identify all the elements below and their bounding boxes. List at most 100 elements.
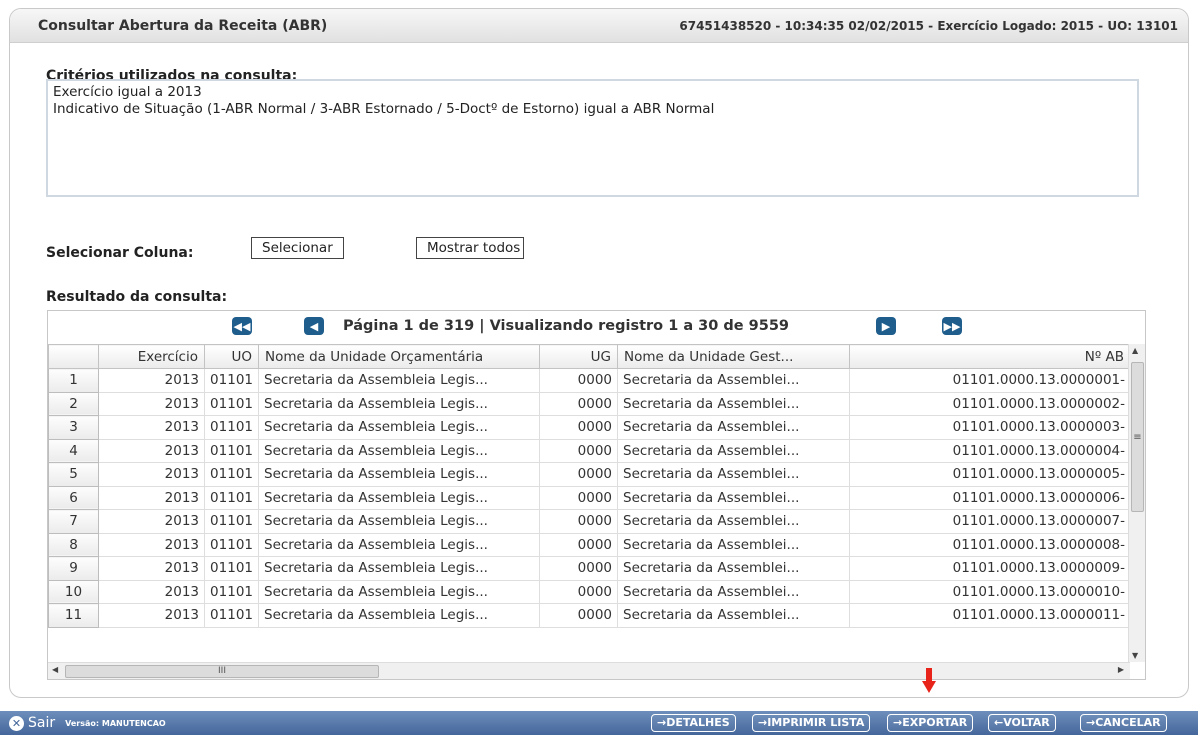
select-column-label: Selecionar Coluna: <box>46 245 194 261</box>
cancelar-button[interactable]: →CANCELAR <box>1080 714 1167 732</box>
cell-exercicio: 2013 <box>98 509 205 534</box>
column-header-numero-abr[interactable]: Nº AB <box>849 344 1131 369</box>
cell-ug: 0000 <box>539 415 618 440</box>
voltar-button[interactable]: ←VOLTAR <box>988 714 1056 732</box>
pager-text: Página 1 de 319 | Visualizando registro … <box>343 318 790 334</box>
table-row[interactable]: 7 2013 01101 Secretaria da Assembleia Legis… <box>48 509 1131 534</box>
table-row[interactable]: 1 2013 01101 Secretaria da Assembleia Legis… <box>48 368 1131 393</box>
cell-uo: 01101 <box>204 579 259 604</box>
session-info: 67451438520 - 10:34:35 02/02/2015 - Exer… <box>679 18 1178 33</box>
scroll-down-icon[interactable]: ▼ <box>1132 651 1138 660</box>
cell-exercicio: 2013 <box>98 462 205 487</box>
column-header-nome-unidade-orcamentaria[interactable]: Nome da Unidade Orçamentária <box>258 344 540 369</box>
sair-button[interactable]: ✕ Sair <box>9 715 55 731</box>
cell-exercicio: 2013 <box>98 556 205 581</box>
scroll-left-icon[interactable]: ◀ <box>52 665 58 674</box>
cell-nome-unidade-orcamentaria: Secretaria da Assembleia Legis... <box>258 532 540 557</box>
last-page-icon[interactable]: ▶▶ <box>942 317 962 335</box>
cell-nome-unidade-gestora: Secretaria da Assemblei... <box>617 556 850 581</box>
row-number[interactable]: 5 <box>48 462 99 487</box>
cell-nome-unidade-orcamentaria: Secretaria da Assembleia Legis... <box>258 556 540 581</box>
cell-nome-unidade-orcamentaria: Secretaria da Assembleia Legis... <box>258 462 540 487</box>
previous-page-icon[interactable]: ◀ <box>304 317 324 335</box>
version-label: Versão: MANUTENCAO <box>65 718 166 728</box>
cell-ug: 0000 <box>539 556 618 581</box>
cell-nome-unidade-gestora: Secretaria da Assemblei... <box>617 368 850 393</box>
table-row[interactable]: 6 2013 01101 Secretaria da Assembleia Legis… <box>48 485 1131 510</box>
cell-uo: 01101 <box>204 603 259 628</box>
horizontal-scroll-thumb[interactable]: III <box>65 665 379 678</box>
table-row[interactable]: 8 2013 01101 Secretaria da Assembleia Legis… <box>48 532 1131 557</box>
row-number[interactable]: 3 <box>48 415 99 440</box>
row-number[interactable]: 6 <box>48 485 99 510</box>
table-row[interactable]: 5 2013 01101 Secretaria da Assembleia Legis… <box>48 462 1131 487</box>
cell-ug: 0000 <box>539 579 618 604</box>
table-row[interactable]: 4 2013 01101 Secretaria da Assembleia Legis… <box>48 438 1131 463</box>
cell-numero-abr: 01101.0000.13.0000009- <box>849 556 1131 581</box>
select-column-button[interactable]: Selecionar <box>251 237 344 259</box>
next-page-icon[interactable]: ▶ <box>876 317 896 335</box>
row-number[interactable]: 8 <box>48 532 99 557</box>
cell-exercicio: 2013 <box>98 438 205 463</box>
cell-nome-unidade-orcamentaria: Secretaria da Assembleia Legis... <box>258 509 540 534</box>
detalhes-button[interactable]: →DETALHES <box>651 714 736 732</box>
imprimir-lista-button[interactable]: →IMPRIMIR LISTA <box>752 714 871 732</box>
results-label: Resultado da consulta: <box>46 289 228 305</box>
row-number[interactable]: 10 <box>48 579 99 604</box>
cell-numero-abr: 01101.0000.13.0000001- <box>849 368 1131 393</box>
cell-exercicio: 2013 <box>98 603 205 628</box>
table-row[interactable]: 9 2013 01101 Secretaria da Assembleia Legis… <box>48 556 1131 581</box>
vertical-scroll-thumb[interactable]: ≡ <box>1131 362 1144 512</box>
cell-numero-abr: 01101.0000.13.0000004- <box>849 438 1131 463</box>
cell-uo: 01101 <box>204 485 259 510</box>
show-all-button[interactable]: Mostrar todos <box>416 237 525 259</box>
panel-header: Consultar Abertura da Receita (ABR) 6745… <box>10 9 1188 43</box>
row-number[interactable]: 1 <box>48 368 99 393</box>
cell-nome-unidade-gestora: Secretaria da Assemblei... <box>617 579 850 604</box>
row-number[interactable]: 2 <box>48 391 99 416</box>
table-row[interactable]: 10 2013 01101 Secretaria da Assembleia Legi… <box>48 579 1131 604</box>
cell-numero-abr: 01101.0000.13.0000010- <box>849 579 1131 604</box>
row-number[interactable]: 11 <box>48 603 99 628</box>
cell-uo: 01101 <box>204 415 259 440</box>
cell-ug: 0000 <box>539 462 618 487</box>
cell-exercicio: 2013 <box>98 415 205 440</box>
cell-nome-unidade-orcamentaria: Secretaria da Assembleia Legis... <box>258 579 540 604</box>
cell-nome-unidade-gestora: Secretaria da Assemblei... <box>617 415 850 440</box>
criteria-line: Exercício igual a 2013 <box>53 84 202 100</box>
horizontal-scrollbar[interactable]: ◀ III ▶ <box>48 662 1130 679</box>
cell-numero-abr: 01101.0000.13.0000008- <box>849 532 1131 557</box>
row-number[interactable]: 4 <box>48 438 99 463</box>
first-page-icon[interactable]: ◀◀ <box>232 317 252 335</box>
cell-ug: 0000 <box>539 368 618 393</box>
cell-nome-unidade-gestora: Secretaria da Assemblei... <box>617 391 850 416</box>
table-row[interactable]: 3 2013 01101 Secretaria da Assembleia Legis… <box>48 415 1131 440</box>
cell-uo: 01101 <box>204 368 259 393</box>
cell-ug: 0000 <box>539 391 618 416</box>
pager: ◀◀ ◀ Página 1 de 319 | Visualizando regi… <box>48 311 1145 343</box>
cell-nome-unidade-orcamentaria: Secretaria da Assembleia Legis... <box>258 485 540 510</box>
row-number[interactable]: 7 <box>48 509 99 534</box>
row-number[interactable]: 9 <box>48 556 99 581</box>
cell-exercicio: 2013 <box>98 579 205 604</box>
results-table: Exercício UO Nome da Unidade Orçamentári… <box>48 344 1131 628</box>
results-grid: ◀◀ ◀ Página 1 de 319 | Visualizando regi… <box>47 310 1146 680</box>
column-header-nome-unidade-gestora[interactable]: Nome da Unidade Gest... <box>617 344 850 369</box>
column-header-ug[interactable]: UG <box>539 344 618 369</box>
table-row[interactable]: 2 2013 01101 Secretaria da Assembleia Legis… <box>48 391 1131 416</box>
cell-uo: 01101 <box>204 438 259 463</box>
vertical-scrollbar[interactable]: ▲ ≡ ▼ <box>1128 344 1145 662</box>
table-row[interactable]: 11 2013 01101 Secretaria da Assembleia Legi… <box>48 603 1131 628</box>
cell-uo: 01101 <box>204 391 259 416</box>
column-header-rownum <box>48 344 99 369</box>
exportar-button[interactable]: →EXPORTAR <box>887 714 974 732</box>
column-header-exercicio[interactable]: Exercício <box>98 344 205 369</box>
cell-nome-unidade-gestora: Secretaria da Assemblei... <box>617 485 850 510</box>
cell-nome-unidade-orcamentaria: Secretaria da Assembleia Legis... <box>258 415 540 440</box>
scroll-up-icon[interactable]: ▲ <box>1132 346 1138 355</box>
cell-uo: 01101 <box>204 462 259 487</box>
scroll-right-icon[interactable]: ▶ <box>1118 665 1124 674</box>
cell-exercicio: 2013 <box>98 485 205 510</box>
cell-numero-abr: 01101.0000.13.0000002- <box>849 391 1131 416</box>
column-header-uo[interactable]: UO <box>204 344 259 369</box>
